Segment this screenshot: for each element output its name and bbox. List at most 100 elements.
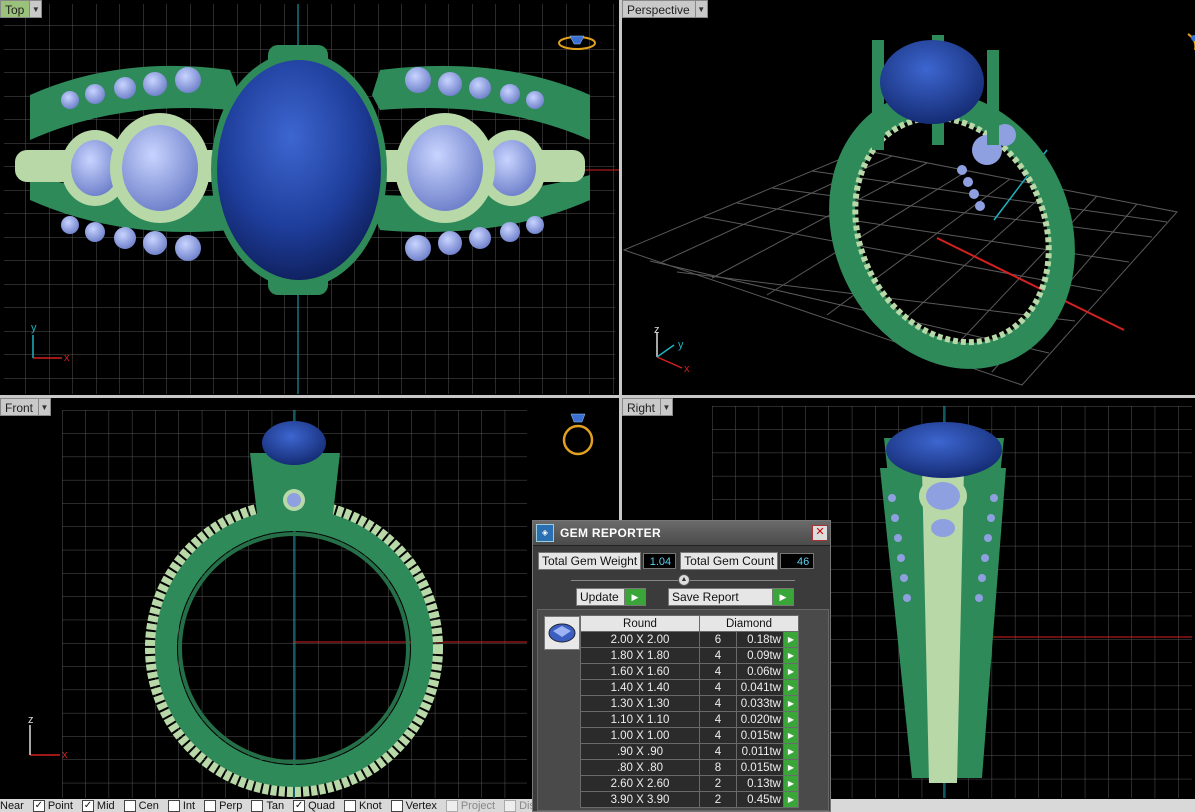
osnap-int[interactable]: Int <box>167 799 195 812</box>
checkbox[interactable] <box>251 799 264 812</box>
checkbox[interactable] <box>123 799 136 812</box>
osnap-tan[interactable]: Tan <box>251 799 285 812</box>
gem-size: 1.30 X 1.30 <box>580 695 700 712</box>
gem-totals: Total Gem Weight 1.04 Total Gem Count 46 <box>533 546 830 570</box>
checkbox[interactable]: ✓ <box>81 799 94 812</box>
gem-reporter-panel: ◈ GEM REPORTER ✕ Total Gem Weight 1.04 T… <box>532 520 831 812</box>
table-row[interactable]: .90 X .90 4 0.011tw ▶ <box>580 743 799 760</box>
update-button-label: Update <box>580 590 619 604</box>
checkbox[interactable]: ✓ <box>293 799 306 812</box>
gem-reporter-titlebar[interactable]: ◈ GEM REPORTER ✕ <box>533 521 830 546</box>
chevron-down-icon[interactable]: ▼ <box>39 398 52 416</box>
ring-preview-icon <box>1187 33 1195 50</box>
total-gem-count-value: 46 <box>780 553 815 569</box>
gem-table-header: Round Diamond <box>580 615 799 632</box>
viewport-front[interactable]: x z Front ▼ <box>0 398 619 799</box>
checkbox[interactable] <box>344 799 356 812</box>
go-arrow-icon: ▶ <box>624 589 645 605</box>
gem-size: 1.40 X 1.40 <box>580 679 700 696</box>
table-row[interactable]: 1.60 X 1.60 4 0.06tw ▶ <box>580 663 799 680</box>
select-row-arrow-icon[interactable]: ▶ <box>783 743 799 760</box>
gem-size: .90 X .90 <box>580 743 700 760</box>
viewport-top[interactable]: x y Top ▼ <box>0 0 619 395</box>
osnap-near[interactable]: Near <box>0 800 24 812</box>
select-row-arrow-icon[interactable]: ▶ <box>783 711 799 728</box>
table-row[interactable]: 3.90 X 3.90 2 0.45tw ▶ <box>580 791 799 808</box>
checkbox[interactable]: ✓ <box>32 799 45 812</box>
viewport-label-front[interactable]: Front ▼ <box>0 398 52 416</box>
gem-size: 2.00 X 2.00 <box>580 631 700 648</box>
table-row[interactable]: 1.00 X 1.00 4 0.015tw ▶ <box>580 727 799 744</box>
osnap-label: Cen <box>138 799 159 812</box>
osnap-knot[interactable]: Knot <box>344 799 382 812</box>
table-row[interactable]: 1.80 X 1.80 4 0.09tw ▶ <box>580 647 799 664</box>
gem-size: 2.60 X 2.60 <box>580 775 700 792</box>
viewport-label-perspective[interactable]: Perspective ▼ <box>622 0 708 18</box>
gem-weight: 0.015tw <box>736 759 784 776</box>
osnap-dis[interactable]: Dis <box>504 799 535 812</box>
select-row-arrow-icon[interactable]: ▶ <box>783 695 799 712</box>
select-row-arrow-icon[interactable]: ▶ <box>783 727 799 744</box>
gem-weight: 0.020tw <box>736 711 784 728</box>
osnap-label: Perp <box>219 799 243 812</box>
gem-count: 4 <box>699 647 737 664</box>
select-row-arrow-icon[interactable]: ▶ <box>783 631 799 648</box>
table-row[interactable]: 1.10 X 1.10 4 0.020tw ▶ <box>580 711 799 728</box>
select-row-arrow-icon[interactable]: ▶ <box>783 775 799 792</box>
osnap-label: Near <box>0 799 24 812</box>
osnap-vertex[interactable]: Vertex <box>390 799 437 812</box>
chevron-down-icon[interactable]: ▼ <box>661 398 674 416</box>
gem-count: 4 <box>699 727 737 744</box>
osnap-quad[interactable]: ✓ Quad <box>293 799 335 812</box>
axis-x-label: x <box>64 352 70 364</box>
osnap-project[interactable]: Project <box>445 799 496 812</box>
viewport-perspective[interactable]: x y z Perspective ▼ <box>622 0 1195 395</box>
viewport-label-top[interactable]: Top ▼ <box>0 0 43 18</box>
osnap-cen[interactable]: Cen <box>123 799 159 812</box>
gem-count: 4 <box>699 663 737 680</box>
osnap-point[interactable]: ✓ Point <box>32 799 73 812</box>
collapse-toggle-icon[interactable]: ▲ <box>678 574 690 586</box>
table-row[interactable]: 1.30 X 1.30 4 0.033tw ▶ <box>580 695 799 712</box>
chevron-down-icon[interactable]: ▼ <box>695 0 708 18</box>
gem-size: 1.60 X 1.60 <box>580 663 700 680</box>
panel-separator: ▲ <box>533 572 830 588</box>
osnap-mid[interactable]: ✓ Mid <box>81 799 115 812</box>
table-row[interactable]: .80 X .80 8 0.015tw ▶ <box>580 759 799 776</box>
axis-x-label: x <box>684 363 690 375</box>
column-header-material: Diamond <box>699 615 799 632</box>
gem-weight: 0.041tw <box>736 679 784 696</box>
osnap-label: Tan <box>266 799 285 812</box>
axis-z-label: z <box>28 714 34 726</box>
select-row-arrow-icon[interactable]: ▶ <box>783 679 799 696</box>
select-row-arrow-icon[interactable]: ▶ <box>783 663 799 680</box>
gem-count: 8 <box>699 759 737 776</box>
osnap-perp[interactable]: Perp <box>204 799 243 812</box>
checkbox[interactable] <box>445 799 458 812</box>
chevron-down-icon[interactable]: ▼ <box>30 0 43 18</box>
checkbox[interactable] <box>390 799 403 812</box>
table-row[interactable]: 2.60 X 2.60 2 0.13tw ▶ <box>580 775 799 792</box>
checkbox[interactable] <box>504 799 517 812</box>
close-icon[interactable]: ✕ <box>812 525 828 541</box>
go-arrow-icon: ▶ <box>772 589 793 605</box>
gem-count: 4 <box>699 711 737 728</box>
select-row-arrow-icon[interactable]: ▶ <box>783 791 799 808</box>
select-row-arrow-icon[interactable]: ▶ <box>783 759 799 776</box>
viewport-label-right[interactable]: Right ▼ <box>622 398 674 416</box>
viewport-name: Perspective <box>622 0 696 18</box>
front-view-scene: x z <box>28 410 594 798</box>
select-row-arrow-icon[interactable]: ▶ <box>783 647 799 664</box>
update-button[interactable]: Update ▶ <box>576 588 646 606</box>
gem-weight: 0.45tw <box>736 791 784 808</box>
gem-table-body: 2.00 X 2.00 6 0.18tw ▶ 1.80 X 1.80 4 0.09tw ▶ 1.… <box>580 631 799 808</box>
table-row[interactable]: 1.40 X 1.40 4 0.041tw ▶ <box>580 679 799 696</box>
checkbox[interactable] <box>204 799 217 812</box>
checkbox[interactable] <box>167 799 180 812</box>
top-view-scene: x y <box>4 4 619 394</box>
save-report-button[interactable]: Save Report ▶ <box>668 588 794 606</box>
osnap-label: Project <box>460 799 496 812</box>
table-row[interactable]: 2.00 X 2.00 6 0.18tw ▶ <box>580 631 799 648</box>
gem-table: Round Diamond 2.00 X 2.00 6 0.18tw ▶ 1.80 X … <box>580 615 799 808</box>
viewport-name: Right <box>622 398 662 416</box>
